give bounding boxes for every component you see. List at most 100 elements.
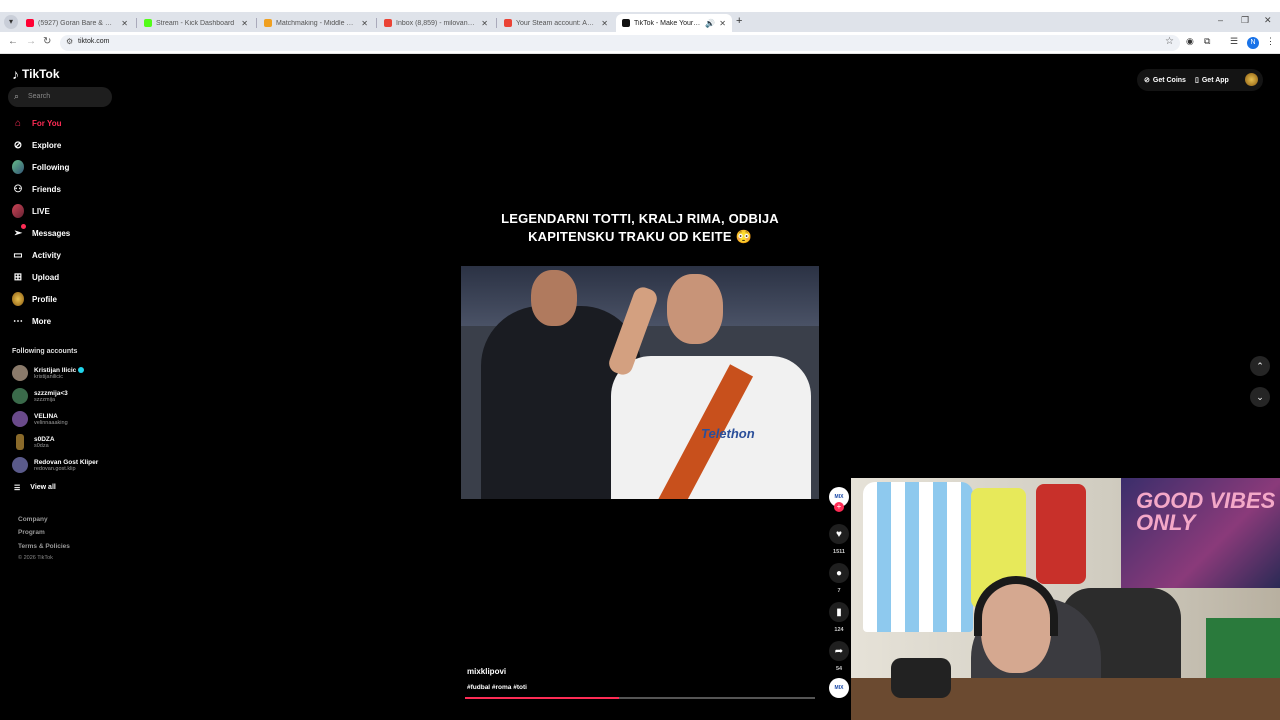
- tiktok-logo[interactable]: ♪ TikTok: [12, 66, 60, 82]
- close-window-icon[interactable]: ✕: [1264, 15, 1272, 26]
- tab-steam-mail[interactable]: Your Steam account: Access fro ✕: [498, 14, 614, 32]
- gmail-icon: [504, 19, 512, 27]
- compass-icon: ⊘: [13, 139, 23, 151]
- activity-icon: ▭: [13, 249, 23, 261]
- get-coins-button[interactable]: ⊘ Get Coins: [1144, 71, 1186, 89]
- close-icon[interactable]: ✕: [361, 19, 368, 28]
- nav-upload[interactable]: ⊞ Upload: [12, 271, 59, 283]
- tab-gmail[interactable]: Inbox (8,859) - milovanovicnem ✕: [378, 14, 494, 32]
- nav-profile[interactable]: Profile: [12, 292, 57, 306]
- view-all-link[interactable]: ☰ View all: [14, 484, 56, 492]
- nav-label: For You: [32, 118, 62, 128]
- account-item[interactable]: Kristijan Ilicic kristijanilicic: [12, 365, 85, 381]
- account-name: VELINA: [34, 412, 58, 420]
- nav-following[interactable]: Following: [12, 160, 69, 174]
- account-handle: velinnaaaking: [34, 419, 68, 426]
- account-handle: redovan.gost.klip: [34, 465, 76, 472]
- nav-explore[interactable]: ⊘ Explore: [12, 139, 62, 151]
- avatar: [16, 434, 24, 450]
- video-progress-bar[interactable]: [465, 697, 815, 699]
- site-info-icon[interactable]: ⚙: [66, 37, 73, 46]
- kick-icon: [144, 19, 152, 27]
- close-icon[interactable]: ✕: [601, 19, 608, 28]
- nav-live[interactable]: LIVE: [12, 204, 50, 218]
- next-video-button[interactable]: ⌄: [1250, 387, 1270, 407]
- url-text: tiktok.com: [78, 38, 110, 45]
- comment-icon: ●: [835, 567, 843, 579]
- bookmark-star-icon[interactable]: ☆: [1165, 36, 1174, 47]
- nav-friends[interactable]: ⚇ Friends: [12, 183, 61, 195]
- faceit-icon: [264, 19, 272, 27]
- account-item[interactable]: Redovan Gost Kliper redovan.gost.klip: [12, 457, 98, 473]
- like-button[interactable]: ♥: [829, 524, 849, 544]
- forward-icon[interactable]: →: [26, 36, 36, 47]
- user-avatar[interactable]: [1245, 73, 1258, 86]
- heart-icon: ♥: [836, 528, 842, 540]
- get-app-button[interactable]: ▯ Get App: [1195, 71, 1229, 89]
- restore-icon[interactable]: ❐: [1241, 15, 1249, 26]
- tab-title: Matchmaking - Middle East Se: [276, 19, 357, 27]
- media-icon[interactable]: ☰: [1230, 36, 1238, 47]
- video-hashtags[interactable]: #fudbal #roma #toti: [467, 684, 527, 691]
- following-icon: [12, 160, 24, 174]
- sound-disc-icon[interactable]: MIX: [829, 678, 849, 698]
- nav-label: Profile: [32, 294, 57, 304]
- caption-line: LEGENDARNI TOTTI, KRALJ RIMA, ODBIJA: [501, 211, 779, 226]
- tab-kick[interactable]: Stream - Kick Dashboard ✕: [138, 14, 254, 32]
- close-icon[interactable]: ✕: [121, 19, 128, 28]
- reload-icon[interactable]: ↻: [43, 36, 51, 47]
- window-top-strip: [0, 0, 1280, 12]
- nav-label: Friends: [32, 184, 61, 194]
- footer-program-link[interactable]: Program: [18, 529, 45, 536]
- tab-tiktok[interactable]: TikTok - Make Your Day 🔊 ✕: [616, 14, 732, 32]
- account-item[interactable]: s0DZA s0dza: [12, 434, 55, 450]
- tiktok-icon: [622, 19, 630, 27]
- comment-button[interactable]: ●: [829, 563, 849, 583]
- nav-messages[interactable]: ➢ Messages: [12, 224, 70, 239]
- close-icon[interactable]: ✕: [241, 19, 248, 28]
- video-progress-fill: [465, 697, 619, 699]
- footer-copyright: © 2026 TikTok: [18, 555, 53, 561]
- follow-plus-icon[interactable]: +: [834, 502, 844, 512]
- messages-icon: ➢: [12, 224, 26, 239]
- share-button[interactable]: ➦: [829, 641, 849, 661]
- tab-youtube[interactable]: (5927) Goran Bare & Majke - Ti ✕: [20, 14, 134, 32]
- account-handle: szzzmija: [34, 396, 56, 403]
- url-field[interactable]: ⚙ tiktok.com ☆: [60, 35, 1180, 51]
- profile-icon: [12, 292, 24, 306]
- video-player[interactable]: Telethon: [461, 266, 819, 499]
- back-icon[interactable]: ←: [8, 36, 18, 47]
- nav-for-you[interactable]: ⌂ For You: [12, 117, 62, 129]
- video-author[interactable]: mixklipovi: [467, 667, 506, 676]
- new-tab-button[interactable]: +: [736, 15, 742, 27]
- nav-label: Activity: [32, 250, 61, 260]
- view-all-label: View all: [30, 484, 56, 491]
- previous-video-button[interactable]: ⌃: [1250, 356, 1270, 376]
- account-name: Redovan Gost Kliper: [34, 458, 99, 466]
- close-icon[interactable]: ✕: [719, 19, 726, 28]
- tab-title: Inbox (8,859) - milovanovicnem: [396, 19, 477, 27]
- footer-company-link[interactable]: Company: [18, 516, 48, 523]
- extension-icon[interactable]: ◉: [1186, 36, 1194, 47]
- video-caption-overlay: LEGENDARNI TOTTI, KRALJ RIMA, ODBIJA KAP…: [460, 210, 820, 246]
- profile-avatar[interactable]: N: [1247, 37, 1259, 49]
- hanging-jersey: [863, 482, 973, 632]
- chevron-down-icon: ⌄: [1256, 391, 1264, 402]
- close-icon[interactable]: ✕: [481, 19, 488, 28]
- footer-terms-link[interactable]: Terms & Policies: [18, 543, 70, 550]
- nav-more[interactable]: ⋯ More: [12, 315, 51, 327]
- list-icon: ☰: [14, 485, 21, 492]
- bookmark-icon: ▮: [836, 606, 842, 618]
- account-item[interactable]: szzzmija<3 szzzmija: [12, 388, 68, 404]
- menu-dots-icon[interactable]: ⋮: [1266, 36, 1275, 47]
- minimize-icon[interactable]: –: [1218, 15, 1223, 25]
- nav-activity[interactable]: ▭ Activity: [12, 249, 61, 261]
- search-input[interactable]: ⌕ Search: [8, 87, 112, 107]
- tab-matchmaking[interactable]: Matchmaking - Middle East Se ✕: [258, 14, 374, 32]
- save-button[interactable]: ▮: [829, 602, 849, 622]
- extensions-puzzle-icon[interactable]: ⧉: [1204, 36, 1210, 47]
- account-item[interactable]: VELINA velinnaaaking: [12, 411, 68, 427]
- speaker-icon[interactable]: 🔊: [705, 19, 715, 28]
- tab-search-button[interactable]: ▾: [4, 15, 18, 29]
- plant: [1206, 618, 1280, 678]
